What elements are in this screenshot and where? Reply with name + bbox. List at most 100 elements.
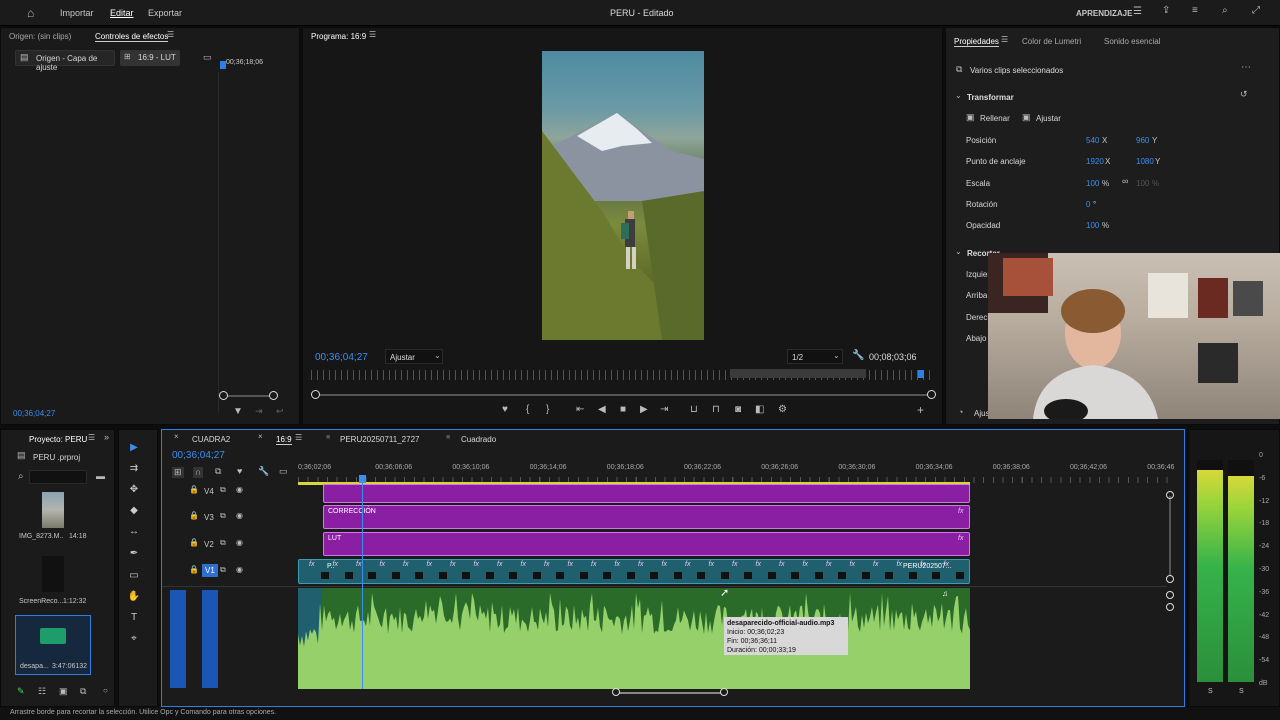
home-icon[interactable]: ⌂ — [27, 7, 34, 19]
icon-view-icon[interactable]: ▣ — [59, 687, 68, 696]
chevron-down-icon[interactable]: ⌄ — [955, 92, 962, 100]
linked-selection-icon[interactable]: ⧉ — [215, 467, 221, 476]
workspace-label[interactable]: APRENDIZAJE — [1076, 9, 1132, 18]
program-playhead-timecode[interactable]: 00;36;04;27 — [315, 352, 368, 363]
vscroll-handle-top[interactable] — [1166, 491, 1174, 499]
scale-value[interactable]: 100 — [1086, 179, 1099, 188]
project-item-selected[interactable]: desapa... 3:47:06132 — [15, 615, 91, 675]
program-zoom-bar[interactable] — [317, 394, 929, 396]
tab-lumetri[interactable]: Color de Lumetri — [1022, 37, 1081, 46]
menu-exportar[interactable]: Exportar — [148, 8, 182, 18]
zoom-handle-right[interactable] — [269, 391, 278, 400]
timeline-playhead[interactable] — [362, 476, 363, 689]
eye-icon[interactable]: ◉ — [236, 486, 243, 494]
opacity-value[interactable]: 100 — [1086, 221, 1099, 230]
resolution-dropdown[interactable]: 1/2 ⌄ — [787, 349, 843, 364]
hscroll-handle-left[interactable] — [612, 688, 620, 696]
anchor-y[interactable]: 1080 — [1136, 157, 1154, 166]
in-out-range[interactable] — [730, 369, 866, 378]
vscroll-a-handle-bottom[interactable] — [1166, 603, 1174, 611]
track-label-v4[interactable]: V4 — [204, 487, 214, 496]
settings-icon[interactable]: ≡ — [1192, 6, 1198, 16]
source-chip[interactable]: Origen - Capa de ajuste ▤ — [15, 50, 115, 72]
marker-icon[interactable]: ♥ — [502, 405, 508, 415]
selection-tool-icon[interactable]: ▶ — [127, 442, 141, 456]
add-marker-icon[interactable]: ♥ — [237, 467, 242, 476]
position-y[interactable]: 960 — [1136, 136, 1149, 145]
program-menu-icon[interactable]: ☰ — [369, 31, 376, 39]
lift-icon[interactable]: ⊔ — [690, 405, 698, 415]
tab-cuadrado[interactable]: Cuadrado — [461, 435, 496, 444]
clip-v1-footage[interactable]: fx fx fx fx fx fx fx fx fx fx fx fx fx fx fx fx fx fx fx fx… — [298, 559, 970, 584]
stop-icon[interactable]: ■ — [620, 405, 626, 415]
hscroll-bar[interactable] — [616, 692, 724, 694]
new-bin-icon[interactable]: ▬ — [96, 472, 105, 481]
auto-reframe-icon[interactable]: ⌖ — [127, 633, 141, 647]
track-label-v2[interactable]: V2 — [204, 540, 214, 549]
sync-icon[interactable]: ⧉ — [220, 566, 226, 574]
fill-icon[interactable]: ▣ — [966, 113, 975, 122]
go-to-out-icon[interactable]: ⇥ — [660, 405, 668, 415]
type-icon[interactable]: T — [127, 612, 141, 626]
proxy-icon[interactable]: ⚙ — [778, 405, 787, 415]
tab-properties[interactable]: Propiedades — [954, 37, 999, 47]
eye-icon[interactable]: ◉ — [236, 539, 243, 547]
ripple-edit-icon[interactable]: ✥ — [127, 484, 141, 498]
pencil-icon[interactable]: ✎ — [17, 687, 25, 696]
project-item-thumb[interactable] — [42, 556, 64, 592]
program-playhead[interactable] — [918, 370, 924, 378]
menu-editar[interactable]: Editar — [110, 8, 134, 18]
fullscreen-icon[interactable]: ⤢ — [1252, 6, 1260, 16]
filter-icon[interactable]: ▼ — [233, 407, 243, 417]
workspace-menu-icon[interactable]: ☰ — [1133, 7, 1142, 17]
project-menu-icon[interactable]: ☰ — [88, 434, 95, 442]
lock-icon[interactable]: 🔒 — [189, 486, 199, 494]
tab-effect-controls[interactable]: Controles de efectos — [95, 32, 169, 42]
search-input[interactable] — [29, 470, 87, 484]
camera-icon[interactable]: ◙ — [735, 405, 741, 415]
vscroll-v[interactable] — [1169, 496, 1171, 576]
zoom-scroll[interactable] — [223, 395, 275, 397]
return-icon[interactable]: ↩ — [276, 407, 284, 416]
rectangle-icon[interactable]: ▭ — [127, 570, 141, 584]
fit-icon[interactable]: ▣ — [1022, 113, 1031, 122]
project-item-thumb[interactable] — [42, 492, 64, 528]
vscroll-handle-bottom[interactable] — [1166, 575, 1174, 583]
lock-icon[interactable]: 🔒 — [189, 566, 199, 574]
zoom-handle-left[interactable] — [219, 391, 228, 400]
sync-icon[interactable]: ⧉ — [220, 512, 226, 520]
share-icon[interactable]: ⇪ — [1162, 6, 1170, 16]
fill-label[interactable]: Rellenar — [980, 114, 1010, 123]
timeline-timecode[interactable]: 00;36;04;27 — [172, 450, 225, 461]
transform-heading[interactable]: Transformar — [967, 93, 1014, 102]
zoom-circle-icon[interactable]: ○ — [103, 687, 108, 695]
fit-label[interactable]: Ajustar — [1036, 114, 1061, 123]
sync-icon[interactable]: ⧉ — [220, 486, 226, 494]
mark-out-icon[interactable]: } — [546, 405, 549, 415]
anchor-x[interactable]: 1920 — [1086, 157, 1104, 166]
close-tab-icon[interactable]: × — [174, 433, 179, 441]
list-view-icon[interactable]: ☷ — [38, 687, 46, 696]
program-zoom-right[interactable] — [927, 390, 936, 399]
razor-icon[interactable]: ◆ — [127, 505, 141, 519]
wrench-icon[interactable]: 🔧 — [852, 351, 864, 361]
playhead-handle[interactable] — [359, 475, 366, 483]
sync-icon[interactable]: ⧉ — [220, 539, 226, 547]
vscroll-a-handle-top[interactable] — [1166, 591, 1174, 599]
eye-icon[interactable]: ◉ — [236, 566, 243, 574]
clip-a1-audio[interactable]: ♫ — [298, 588, 970, 689]
captions-icon[interactable]: ▭ — [279, 467, 288, 476]
expand-icon[interactable]: » — [104, 433, 109, 442]
effects-timecode[interactable]: 00;36;04;27 — [13, 409, 55, 418]
properties-menu-icon[interactable]: ☰ — [1001, 36, 1008, 44]
sequence-chip[interactable]: ⊞ 16:9 - LUT — [120, 50, 180, 66]
comparison-icon[interactable]: ◧ — [755, 405, 764, 415]
hscroll-handle-right[interactable] — [720, 688, 728, 696]
search-icon[interactable]: ⌕ — [1222, 6, 1228, 16]
track-select-icon[interactable]: ⇉ — [127, 463, 141, 477]
track-label-v3[interactable]: V3 — [204, 513, 214, 522]
add-button-icon[interactable]: + — [917, 404, 924, 416]
eye-icon[interactable]: ◉ — [236, 512, 243, 520]
hand-icon[interactable]: ✋ — [127, 591, 141, 605]
menu-importar[interactable]: Importar — [60, 8, 94, 18]
